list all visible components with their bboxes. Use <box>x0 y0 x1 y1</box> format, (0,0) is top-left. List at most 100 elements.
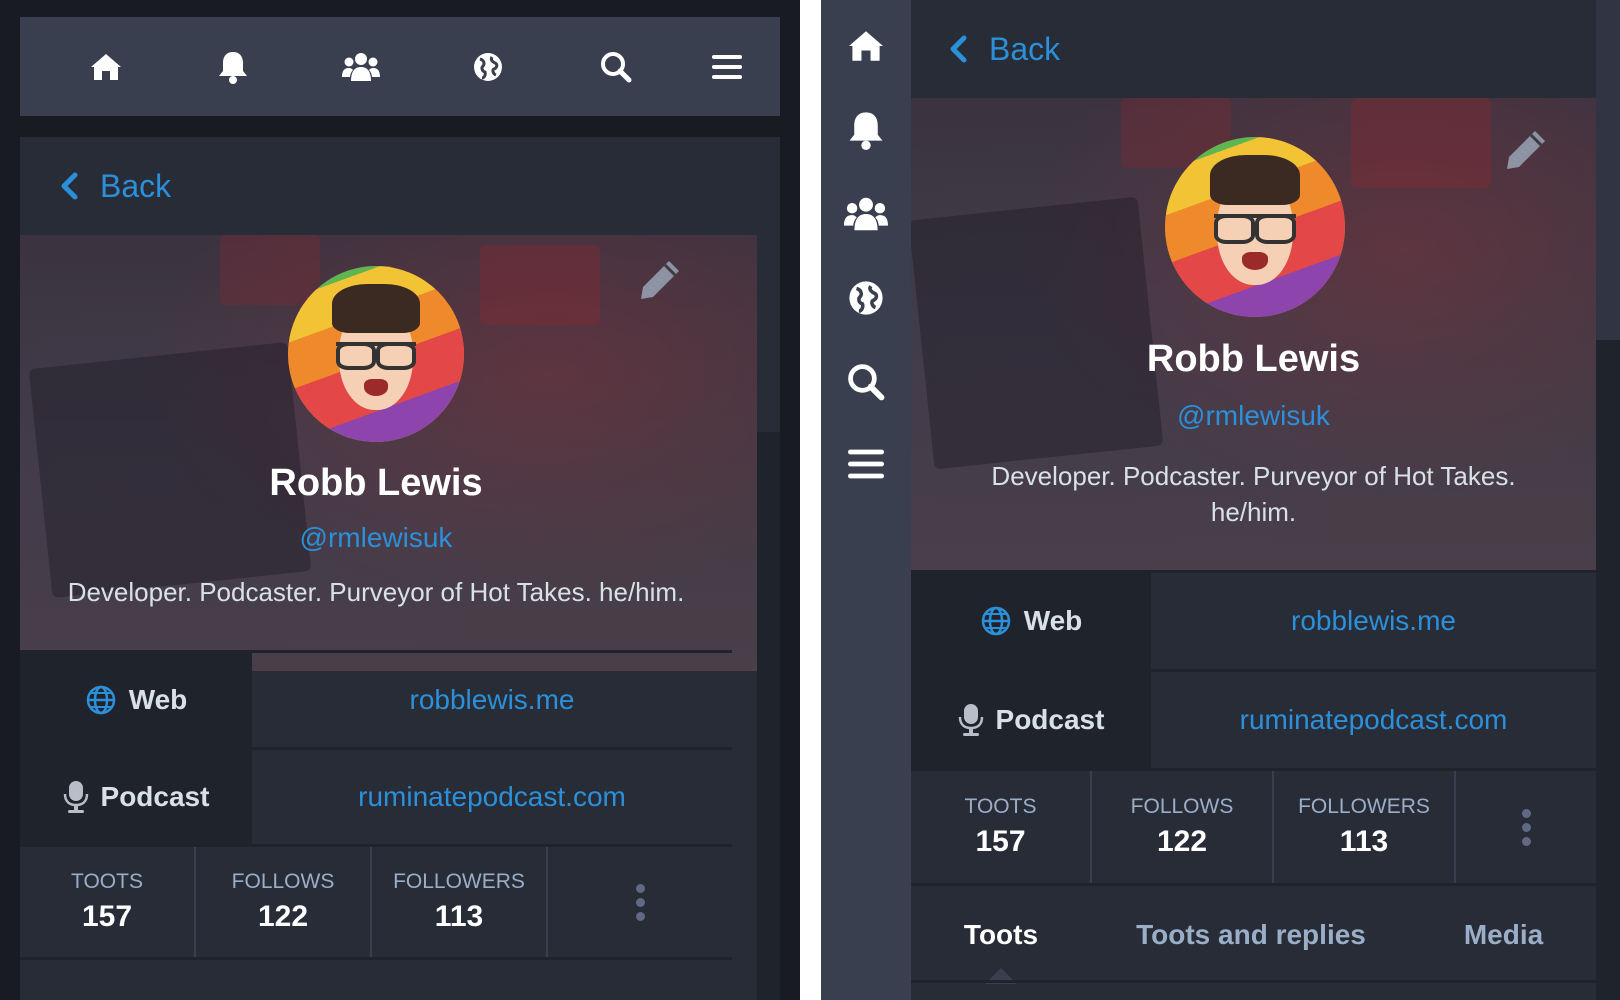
microphone-icon <box>958 703 984 737</box>
follows-counter[interactable]: FOLLOWS 122 <box>196 847 372 957</box>
field-label: Podcast <box>20 750 252 844</box>
divider <box>20 957 732 960</box>
edit-profile-pencil-icon[interactable] <box>637 257 683 303</box>
notifications-nav-button[interactable] <box>821 90 911 170</box>
counter-label: FOLLOWERS <box>393 870 525 893</box>
users-icon <box>844 197 888 231</box>
followers-counter[interactable]: FOLLOWERS 113 <box>372 847 548 957</box>
search-nav-button[interactable] <box>571 17 661 116</box>
avatar[interactable] <box>1165 137 1345 317</box>
vertical-ellipsis-icon <box>635 883 645 921</box>
search-icon <box>848 364 885 401</box>
field-label-text: Web <box>128 684 188 715</box>
field-label: Web <box>20 653 252 747</box>
back-label: Back <box>100 167 172 204</box>
menu-nav-button[interactable] <box>682 17 772 116</box>
bell-icon <box>219 51 247 84</box>
home-nav-button[interactable] <box>61 17 151 116</box>
users-icon <box>342 52 380 81</box>
bio-line: Developer. Podcaster. Purveyor of Hot Ta… <box>991 461 1516 491</box>
tab-toots-and-replies[interactable]: Toots and replies <box>1091 886 1411 984</box>
back-button[interactable]: Back <box>20 137 757 235</box>
globe-icon <box>474 52 502 81</box>
scrollbar-track[interactable] <box>1596 340 1620 1000</box>
bell-icon <box>849 112 883 150</box>
counter-label: TOOTS <box>71 870 143 893</box>
counter-value: 157 <box>81 900 133 933</box>
globe-icon <box>849 281 883 315</box>
hamburger-menu-icon <box>712 54 742 79</box>
menu-nav-button[interactable] <box>821 424 911 504</box>
search-nav-button[interactable] <box>821 342 911 422</box>
account-counters: TOOTS 157 FOLLOWS 122 FOLLOWERS 113 <box>20 847 732 957</box>
field-label-text: Web <box>1023 605 1083 636</box>
field-label-text: Podcast <box>100 781 210 812</box>
divider <box>911 980 1596 983</box>
account-counters: TOOTS 157 FOLLOWS 122 FOLLOWERS 113 <box>911 771 1596 883</box>
home-nav-button[interactable] <box>821 6 911 86</box>
top-navigation-bar <box>20 17 780 116</box>
globe-icon <box>980 605 1012 637</box>
bio-line: he/him. <box>1210 497 1297 527</box>
globe-icon <box>85 684 117 716</box>
profile-field-podcast: Podcast ruminatepodcast.com <box>911 672 1596 768</box>
display-name: Robb Lewis <box>1146 338 1361 380</box>
display-name: Robb Lewis <box>269 462 483 504</box>
local-timeline-nav-button[interactable] <box>821 174 911 254</box>
follows-counter[interactable]: FOLLOWS 122 <box>1092 771 1274 883</box>
field-value-link[interactable]: robblewis.me <box>1151 573 1596 669</box>
counter-value: 113 <box>434 900 484 933</box>
search-icon <box>601 51 632 82</box>
counter-value: 157 <box>975 825 1026 858</box>
profile-column: Back Robb Lewis @rmlewisuk Developer. Po… <box>20 137 757 1000</box>
counter-value: 122 <box>257 900 309 933</box>
tab-media[interactable]: Media <box>1411 886 1596 984</box>
chevron-left-icon <box>950 35 967 63</box>
back-button[interactable]: Back <box>911 0 1596 98</box>
counter-value: 113 <box>1339 825 1389 858</box>
field-value-link[interactable]: robblewis.me <box>252 653 732 747</box>
avatar[interactable] <box>288 266 464 442</box>
counter-label: FOLLOWS <box>1130 795 1234 818</box>
counter-label: FOLLOWS <box>231 870 335 893</box>
local-timeline-nav-button[interactable] <box>316 17 406 116</box>
notifications-nav-button[interactable] <box>188 17 278 116</box>
tab-toots[interactable]: Toots <box>911 886 1091 984</box>
side-navigation-bar <box>821 0 911 1000</box>
followers-counter[interactable]: FOLLOWERS 113 <box>1274 771 1456 883</box>
hamburger-menu-icon <box>848 449 884 479</box>
profile-timeline-tabs: Toots Toots and replies Media <box>911 886 1596 984</box>
toots-counter[interactable]: TOOTS 157 <box>911 771 1092 883</box>
mobile-layout-panel: Back Robb Lewis @rmlewisuk Developer. Po… <box>0 0 800 1000</box>
field-value-link[interactable]: ruminatepodcast.com <box>252 750 732 844</box>
home-icon <box>91 53 121 80</box>
scroll-area <box>1596 0 1620 340</box>
home-icon <box>849 31 883 61</box>
profile-bio: Developer. Podcaster. Purveyor of Hot Ta… <box>911 458 1596 530</box>
field-label-text: Podcast <box>995 704 1105 735</box>
field-label: Podcast <box>911 672 1151 768</box>
more-options-button[interactable] <box>1456 771 1596 883</box>
profile-field-podcast: Podcast ruminatepodcast.com <box>20 750 732 844</box>
vertical-ellipsis-icon <box>1521 808 1531 846</box>
profile-column: Back Robb Lewis @rmlewisuk Developer. Po… <box>911 0 1596 1000</box>
more-options-button[interactable] <box>548 847 732 957</box>
federated-timeline-nav-button[interactable] <box>821 258 911 338</box>
edit-profile-pencil-icon[interactable] <box>1503 127 1549 173</box>
profile-bio: Developer. Podcaster. Purveyor of Hot Ta… <box>67 577 685 607</box>
chevron-left-icon <box>61 172 78 200</box>
field-label: Web <box>911 573 1151 669</box>
account-handle[interactable]: @rmlewisuk <box>20 522 732 554</box>
counter-label: FOLLOWERS <box>1298 795 1430 818</box>
counter-label: TOOTS <box>964 795 1037 818</box>
profile-field-web: Web robblewis.me <box>911 573 1596 669</box>
back-label: Back <box>989 30 1061 67</box>
field-value-link[interactable]: ruminatepodcast.com <box>1151 672 1596 768</box>
toots-counter[interactable]: TOOTS 157 <box>20 847 196 957</box>
desktop-layout-panel: Back Robb Lewis @rmlewisuk Developer. Po… <box>821 0 1620 1000</box>
counter-value: 122 <box>1156 825 1208 858</box>
federated-timeline-nav-button[interactable] <box>443 17 533 116</box>
microphone-icon <box>63 780 89 814</box>
account-handle[interactable]: @rmlewisuk <box>911 400 1596 432</box>
profile-field-web: Web robblewis.me <box>20 653 732 747</box>
